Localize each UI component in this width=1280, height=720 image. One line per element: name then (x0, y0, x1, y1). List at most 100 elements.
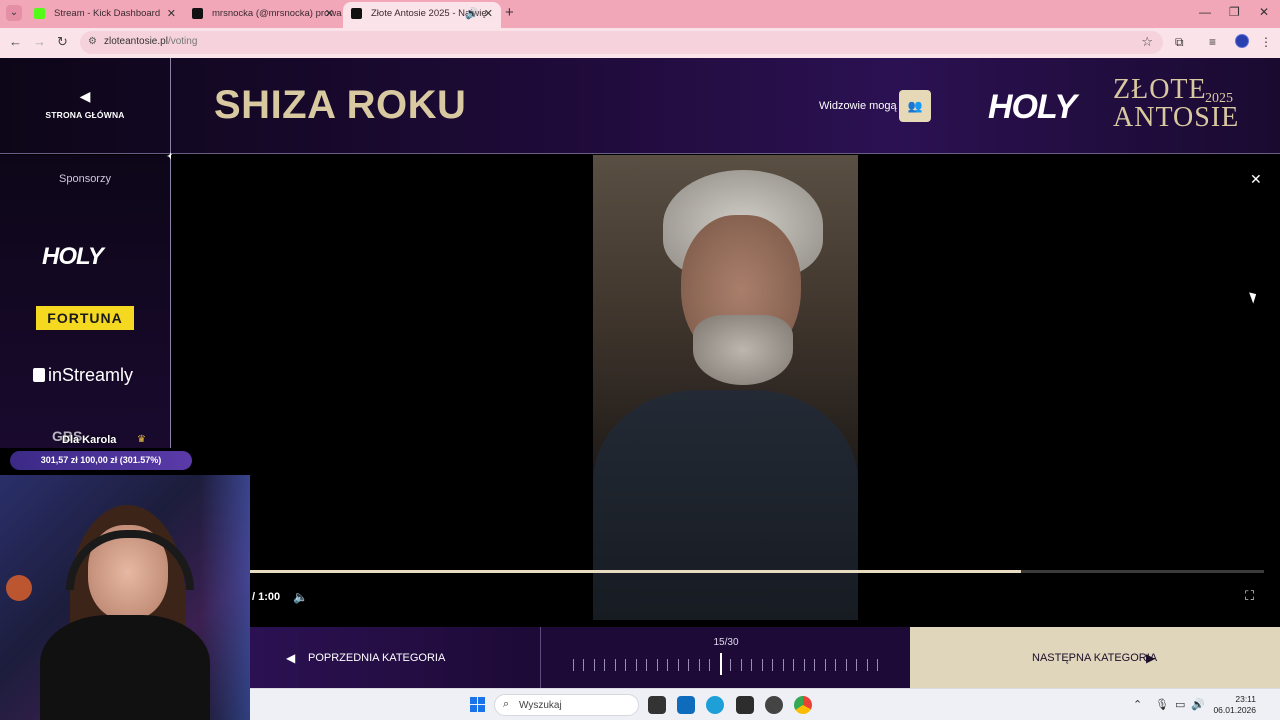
tab-search-button[interactable]: ⌄ (6, 5, 22, 21)
category-tick[interactable] (667, 659, 668, 671)
sponsor-instreamly-logo[interactable]: inStreamly (33, 365, 133, 386)
crown-icon: ♛ (137, 434, 146, 445)
category-tick[interactable] (699, 659, 700, 671)
category-tick[interactable] (783, 659, 784, 671)
home-link[interactable]: ◀ STRONA GŁÓWNA (30, 88, 140, 123)
category-tick[interactable] (814, 659, 815, 671)
tray-chevron-icon[interactable]: ⌃ (1133, 698, 1142, 711)
outlook-icon[interactable] (677, 696, 695, 714)
tab-audio-icon[interactable]: 🔊 (465, 2, 479, 26)
category-navigation: ◀ POPRZEDNIA KATEGORIA 15/30 NASTĘPNA KA… (250, 627, 1280, 688)
sponsors-title: Sponsorzy (59, 173, 111, 185)
windows-start-icon[interactable] (470, 697, 486, 713)
webcam-overlay (0, 475, 250, 720)
users-icon: 👥 (907, 99, 923, 113)
holy-logo: HOLY (988, 88, 1077, 126)
page-title: SHIZA ROKU (214, 83, 467, 127)
category-tick[interactable] (583, 659, 584, 671)
category-tick[interactable] (856, 659, 857, 671)
category-tick[interactable] (615, 659, 616, 671)
page-header: ◀ STRONA GŁÓWNA SHIZA ROKU Widzowie mogą… (0, 58, 1280, 154)
tab-tiktok[interactable]: mrsnocka (@mrsnocka) prowa ✕ (184, 2, 342, 28)
next-category-button[interactable]: NASTĘPNA KATEGORIA ▶ (910, 627, 1280, 688)
home-label: STRONA GŁÓWNA (45, 110, 125, 120)
previous-category-button[interactable]: ◀ POPRZEDNIA KATEGORIA (250, 627, 540, 688)
category-tick[interactable] (730, 659, 731, 671)
category-tick[interactable] (604, 659, 605, 671)
category-tick[interactable] (804, 659, 805, 671)
media-control-icon[interactable]: ≡ (1209, 35, 1216, 49)
new-tab-button[interactable]: + (505, 4, 514, 21)
network-icon[interactable]: ▭ (1175, 698, 1185, 711)
viewers-group-button[interactable]: 👥 (899, 90, 931, 122)
category-tick[interactable] (688, 659, 689, 671)
category-tick[interactable] (751, 659, 752, 671)
category-tick[interactable] (636, 659, 637, 671)
obs-icon[interactable] (765, 696, 783, 714)
sponsor-holy-logo[interactable]: HOLY (42, 243, 104, 271)
site-info-icon[interactable]: ⚙ (88, 36, 97, 47)
tab-zlote-antosie[interactable]: Złote Antosie 2025 - Najwię 🔊 ✕ (343, 2, 501, 28)
category-tick[interactable] (657, 659, 658, 671)
category-ticks[interactable] (573, 653, 879, 675)
close-tab-icon[interactable]: ✕ (484, 2, 493, 26)
donation-title: Dla Karola (62, 434, 117, 446)
category-tick[interactable] (741, 659, 742, 671)
menu-kebab-icon[interactable]: ⋮ (1260, 35, 1272, 49)
app-icon[interactable] (736, 696, 754, 714)
category-tick[interactable] (835, 659, 836, 671)
taskbar-search[interactable]: ⌕ Wyszukaj (494, 694, 639, 716)
current-category-tick[interactable] (720, 653, 722, 675)
category-tick[interactable] (825, 659, 826, 671)
category-tick[interactable] (646, 659, 647, 671)
extensions-icon[interactable]: ⧉ (1175, 35, 1184, 50)
donation-progress-text: 301,57 zł 100,00 zł (301.57%) (40, 455, 162, 465)
task-view-icon[interactable] (648, 696, 666, 714)
forward-icon[interactable]: → (33, 34, 46, 49)
address-bar[interactable]: ⚙ zloteantosie.pl/voting ☆ (80, 31, 1163, 54)
video-player[interactable]: ✕ (171, 155, 1280, 627)
category-tick[interactable] (846, 659, 847, 671)
category-tick[interactable] (772, 659, 773, 671)
category-tick[interactable] (877, 659, 878, 671)
close-icon[interactable]: ✕ (1250, 171, 1262, 188)
profile-avatar[interactable] (1235, 34, 1249, 48)
video-progress-bar[interactable] (250, 570, 1264, 573)
chrome-icon[interactable] (794, 696, 812, 714)
bookmark-star-icon[interactable]: ☆ (1141, 34, 1153, 50)
minimize-icon[interactable]: — (1199, 5, 1211, 19)
sponsors-sidebar: Sponsorzy HOLY FORTUNA inStreamly GBS (0, 155, 170, 448)
search-icon: ⌕ (503, 698, 510, 710)
sponsor-fortuna-logo[interactable]: FORTUNA (36, 306, 134, 330)
close-window-icon[interactable]: ✕ (1259, 5, 1269, 19)
tab-kick-dashboard[interactable]: Stream - Kick Dashboard ✕ (26, 2, 184, 28)
zlote-antosie-logo: ZŁOTE 2025 ANTOSIE (1113, 74, 1240, 133)
donation-goal-widget: Dla Karola ♛ 301,57 zł 100,00 zł (301.57… (10, 428, 192, 472)
close-tab-icon[interactable]: ✕ (167, 2, 176, 26)
close-tab-icon[interactable]: ✕ (325, 2, 334, 26)
category-tick[interactable] (594, 659, 595, 671)
microphone-icon[interactable]: 🎙 (1155, 698, 1169, 711)
url-text: zloteantosie.pl/voting (104, 36, 198, 47)
donation-progress-bar: 301,57 zł 100,00 zł (301.57%) (10, 451, 192, 470)
category-tick[interactable] (573, 659, 574, 671)
category-tick[interactable] (709, 659, 710, 671)
speaker-icon[interactable]: 🔊 (1191, 698, 1205, 711)
arrow-left-icon: ◀ (79, 88, 91, 104)
volume-icon[interactable]: 🔈 (293, 590, 308, 604)
taskbar-clock[interactable]: 23:11 06.01.2026 (1210, 694, 1256, 716)
restore-icon[interactable]: ❐ (1229, 5, 1240, 19)
category-tick[interactable] (678, 659, 679, 671)
reload-icon[interactable]: ↻ (57, 34, 68, 50)
fullscreen-icon[interactable]: ⛶ (1245, 588, 1254, 604)
windows-taskbar: ⌕ Wyszukaj ⌃ 🎙 ▭ 🔊 23:11 06.01.2026 (250, 688, 1280, 720)
category-tick[interactable] (762, 659, 763, 671)
category-tick[interactable] (793, 659, 794, 671)
category-tick[interactable] (625, 659, 626, 671)
edge-icon[interactable] (706, 696, 724, 714)
back-icon[interactable]: ← (9, 34, 22, 49)
category-tick[interactable] (867, 659, 868, 671)
viewers-label: Widzowie mogą (819, 100, 897, 112)
kick-favicon-icon (34, 8, 45, 19)
tab-title: mrsnocka (@mrsnocka) prowa (212, 8, 342, 19)
